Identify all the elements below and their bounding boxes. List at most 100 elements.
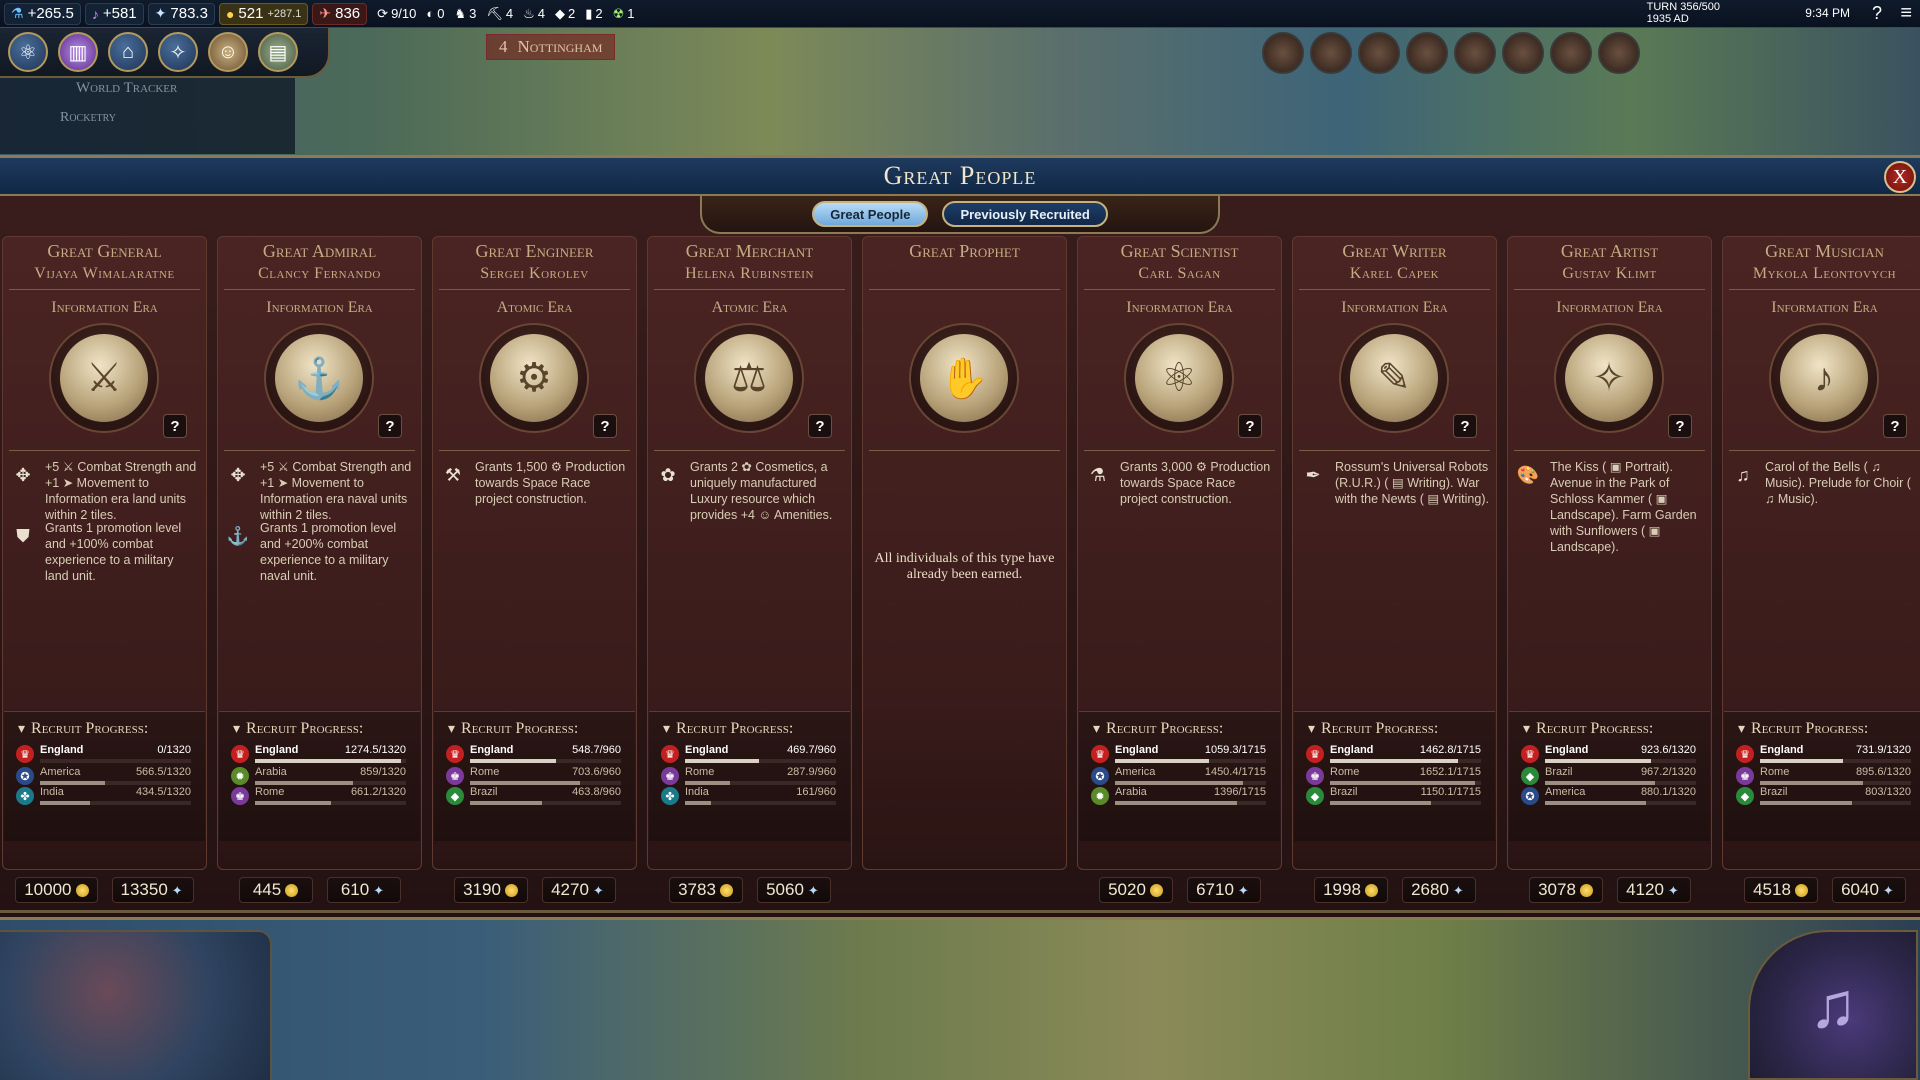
civics-tree-button[interactable]: ▥: [58, 32, 98, 72]
leader-portrait[interactable]: [1454, 32, 1496, 74]
stat-c[interactable]: ⛏ 4: [486, 6, 513, 22]
trade-routes[interactable]: ⟳ 9/10: [377, 6, 416, 22]
minimap[interactable]: [0, 930, 272, 1080]
patronize-faith-button[interactable]: 13350 ✦: [111, 877, 194, 903]
leader-portrait[interactable]: [1502, 32, 1544, 74]
patronize-gold-button[interactable]: 10000: [15, 877, 98, 903]
info-button[interactable]: ?: [1883, 414, 1907, 438]
faith-cost: 6040: [1841, 880, 1879, 899]
great-person-name: Gustav Klimt: [1562, 265, 1657, 282]
patronize-faith-button[interactable]: 610 ✦: [326, 877, 401, 903]
recruit-progress-label[interactable]: Recruit Progress:: [1093, 720, 1223, 738]
progress-fill: [470, 801, 543, 805]
patronize-gold-button[interactable]: 3190: [453, 877, 528, 903]
menu-icon[interactable]: ≡: [1900, 2, 1912, 25]
culture-yield[interactable]: ♪ +581: [84, 2, 144, 25]
progress-fill: [1330, 759, 1459, 763]
progress-row: ♚ Rome 895.6/1320: [1732, 766, 1915, 788]
info-button[interactable]: ?: [593, 414, 617, 438]
recruit-progress-label[interactable]: Recruit Progress:: [1308, 720, 1438, 738]
ability-text: Grants 1,500 ⚙ Production towards Space …: [475, 460, 626, 506]
divider: [439, 450, 630, 451]
close-button[interactable]: X: [1884, 161, 1916, 193]
stat-g[interactable]: ☢ 1: [613, 6, 635, 22]
progress-fill: [255, 759, 402, 763]
patronize-faith-button[interactable]: 6040 ✦: [1831, 877, 1906, 903]
recruit-progress-label[interactable]: Recruit Progress:: [1523, 720, 1653, 738]
stat-e[interactable]: ◆ 2: [555, 6, 575, 22]
rome-civ-icon: ♚: [1736, 767, 1754, 785]
info-button[interactable]: ?: [1668, 414, 1692, 438]
tech-tree-button[interactable]: ⚛: [8, 32, 48, 72]
recruit-progress-label[interactable]: Recruit Progress:: [233, 720, 363, 738]
leader-portrait[interactable]: [1358, 32, 1400, 74]
progress-bar: [40, 759, 191, 763]
leader-portrait[interactable]: [1406, 32, 1448, 74]
stat-a[interactable]: ◐ 0: [426, 6, 444, 21]
patronize-gold-button[interactable]: 4518: [1743, 877, 1818, 903]
progress-row: ✪ America 1450.4/1715: [1087, 766, 1270, 788]
tab-previously-recruited[interactable]: Previously Recruited: [942, 201, 1108, 227]
patronize-gold-button[interactable]: 445: [238, 877, 313, 903]
progress-fill: [1330, 781, 1475, 785]
info-button[interactable]: ?: [808, 414, 832, 438]
music-icon[interactable]: ♫: [1748, 930, 1918, 1080]
divider: [439, 289, 630, 290]
tourism-yield[interactable]: ✈ 836: [312, 2, 368, 25]
great-person-name: Karel Capek: [1349, 265, 1440, 282]
info-button[interactable]: ?: [378, 414, 402, 438]
leader-portrait[interactable]: [1550, 32, 1592, 74]
patronize-faith-button[interactable]: 6710 ✦: [1186, 877, 1261, 903]
religion-button[interactable]: ✧: [158, 32, 198, 72]
great-person-column: Great Admiral Clancy Fernando Information …: [217, 236, 422, 903]
city-banner[interactable]: 4 Nottingham: [486, 34, 616, 60]
great-people-button[interactable]: ☺: [208, 32, 248, 72]
patronize-gold-button[interactable]: 5020: [1098, 877, 1173, 903]
great-person-portrait: ♪: [1769, 323, 1879, 433]
info-button[interactable]: ?: [163, 414, 187, 438]
stat-f[interactable]: ▮ 2: [585, 6, 602, 22]
panel-divider: [0, 910, 1920, 913]
patronize-faith-button[interactable]: 4270 ✦: [541, 877, 616, 903]
patronize-gold-button[interactable]: 3783: [668, 877, 743, 903]
science-yield[interactable]: ⚗ +265.5: [4, 2, 81, 25]
recruit-progress-label[interactable]: Recruit Progress:: [663, 720, 793, 738]
patronize-gold-button[interactable]: 1998: [1313, 877, 1388, 903]
patronize-gold-button[interactable]: 3078: [1528, 877, 1603, 903]
hammer-icon: ⚒: [444, 464, 462, 485]
stat-d[interactable]: ♨ 4: [523, 6, 545, 22]
stat-b[interactable]: ♞ 3: [454, 6, 476, 22]
leader-portrait[interactable]: [1262, 32, 1304, 74]
faith-yield[interactable]: ✦ 783.3: [147, 2, 215, 25]
progress-bar: [40, 801, 191, 805]
leader-portrait[interactable]: [1598, 32, 1640, 74]
leader-portrait[interactable]: [1310, 32, 1352, 74]
patronize-faith-button[interactable]: 2680 ✦: [1401, 877, 1476, 903]
info-button[interactable]: ?: [1453, 414, 1477, 438]
help-icon[interactable]: ?: [1872, 3, 1882, 24]
progress-bar: [1545, 781, 1696, 785]
recruit-progress: Recruit Progress: ♛ England 923.6/1320 ◆ Braz…: [1509, 711, 1710, 841]
tab-great-people[interactable]: Great People: [812, 201, 929, 227]
progress-row: ✹ Arabia 859/1320: [227, 766, 410, 788]
recruit-progress-label[interactable]: Recruit Progress:: [18, 720, 148, 738]
patronize-faith-button[interactable]: 5060 ✦: [756, 877, 831, 903]
recruit-progress-label[interactable]: Recruit Progress:: [1738, 720, 1868, 738]
tab-strip: Great People Previously Recruited: [700, 196, 1220, 234]
government-button[interactable]: ⌂: [108, 32, 148, 72]
gold-yield[interactable]: ● 521 +287.1: [218, 2, 309, 25]
great-works-button[interactable]: ▤: [258, 32, 298, 72]
ability-text: Grants 1 promotion level and +200% comba…: [260, 521, 397, 583]
great-person-type: Great Merchant: [685, 241, 814, 261]
progress-row: ✪ America 566.5/1320: [12, 766, 195, 788]
recruit-progress-label[interactable]: Recruit Progress:: [448, 720, 578, 738]
patronize-faith-button[interactable]: 4120 ✦: [1616, 877, 1691, 903]
atom-icon: ⚛: [19, 41, 37, 64]
info-button[interactable]: ?: [1238, 414, 1262, 438]
progress-bar: [685, 759, 836, 763]
civ-name: Rome: [1760, 766, 1790, 778]
india-civ-icon: ✤: [661, 787, 679, 805]
progress-value: 1396/1715: [1214, 786, 1266, 798]
world-tracker[interactable]: World Tracker Rocketry: [0, 78, 295, 154]
great-person-portrait: ✎: [1339, 323, 1449, 433]
